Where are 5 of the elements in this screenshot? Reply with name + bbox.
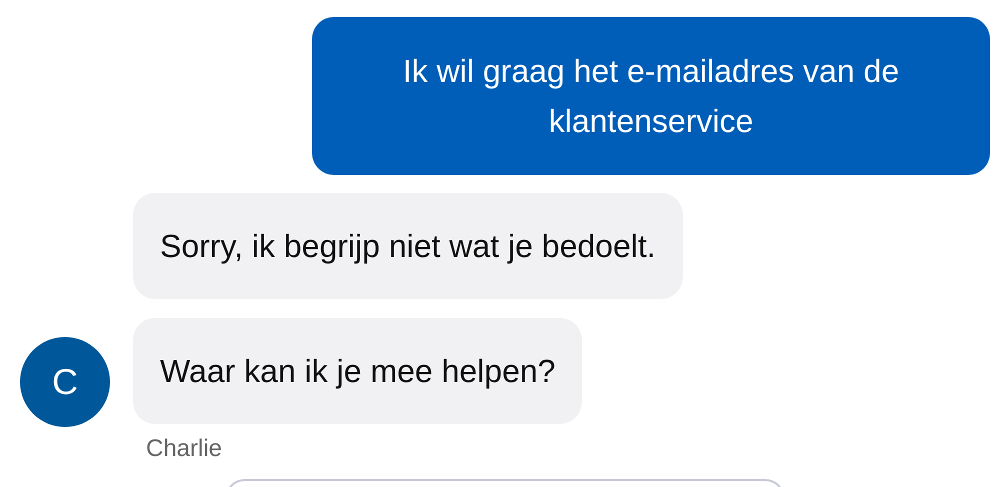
sent-message-bubble: Ik wil graag het e-mailadres van de klantenservice: [312, 17, 990, 175]
received-message-bubble: Sorry, ik begrijp niet wat je bedoelt.: [133, 193, 683, 299]
avatar: C: [20, 337, 110, 427]
sender-name: Charlie: [145, 434, 224, 464]
received-message-bubble: Waar kan ik je mee helpen?: [133, 318, 582, 424]
